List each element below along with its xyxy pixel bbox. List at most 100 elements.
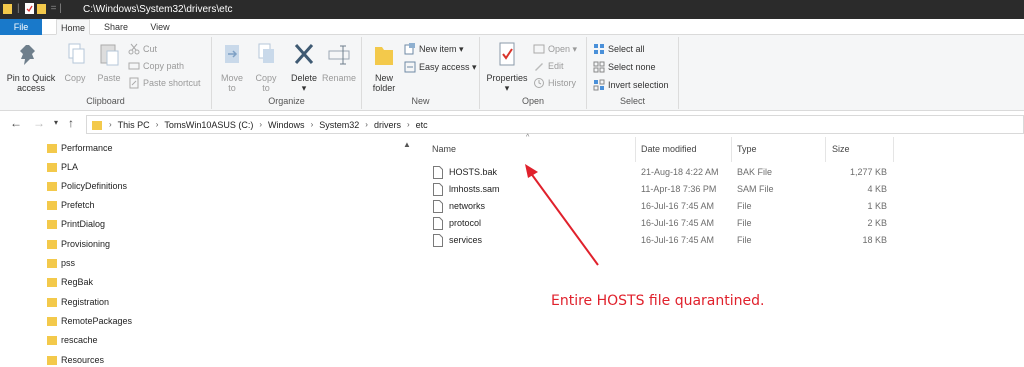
- nav-item-provisioning[interactable]: Provisioning: [46, 235, 110, 253]
- invert-selection-button[interactable]: Invert selection: [593, 77, 669, 93]
- recent-locations-chevron-icon[interactable]: ▾: [54, 118, 58, 127]
- nav-item-rescache[interactable]: rescache: [46, 331, 98, 349]
- nav-item-printdialog[interactable]: PrintDialog: [46, 215, 105, 233]
- file-name: lmhosts.sam: [449, 184, 500, 194]
- select-none-label: Select none: [608, 62, 656, 72]
- nav-item-prefetch[interactable]: Prefetch: [46, 196, 95, 214]
- select-all-button[interactable]: Select all: [593, 41, 645, 57]
- nav-item-pla[interactable]: PLA: [46, 158, 78, 176]
- copy-path-button[interactable]: Copy path: [128, 58, 184, 74]
- select-all-label: Select all: [608, 44, 645, 54]
- history-label: History: [548, 78, 577, 88]
- breadcrumb-drivers[interactable]: drivers: [374, 120, 401, 130]
- easy-access-button[interactable]: Easy access ▾: [404, 59, 477, 75]
- new-folder-icon[interactable]: [36, 3, 46, 14]
- nav-item-pss[interactable]: pss: [46, 254, 75, 272]
- file-type: BAK File: [737, 167, 773, 177]
- nav-item-remotepackages[interactable]: RemotePackages: [46, 312, 132, 330]
- folder-icon: [47, 336, 57, 345]
- move-to-button[interactable]: Move to: [216, 41, 248, 93]
- ribbon-tabs: File Home Share View: [0, 19, 1024, 35]
- properties-button[interactable]: Properties ▾: [484, 41, 530, 93]
- rename-button[interactable]: Rename: [322, 41, 356, 83]
- column-header-type[interactable]: Type: [737, 144, 757, 154]
- breadcrumb-drive[interactable]: TomsWin10ASUS (C:): [164, 120, 253, 130]
- folder-icon: [92, 120, 102, 130]
- nav-item-policydefinitions[interactable]: PolicyDefinitions: [46, 177, 127, 195]
- paste-shortcut-button[interactable]: Paste shortcut: [128, 75, 201, 91]
- column-divider[interactable]: [731, 137, 732, 162]
- back-arrow-icon[interactable]: ←: [10, 116, 22, 130]
- address-input[interactable]: › This PC › TomsWin10ASUS (C:) › Windows…: [86, 115, 1024, 134]
- breadcrumb-chevron-icon[interactable]: ›: [259, 120, 262, 129]
- copy-to-button[interactable]: Copy to: [250, 41, 282, 93]
- nav-item-regbak[interactable]: RegBak: [46, 273, 93, 291]
- nav-item-label: Provisioning: [61, 239, 111, 249]
- paste-button[interactable]: Paste: [93, 41, 125, 83]
- pin-label-1: Pin to Quick: [6, 73, 56, 83]
- copy-button[interactable]: Copy: [60, 41, 90, 83]
- file-size: 4 KB: [867, 184, 887, 194]
- pin-label-2: access: [16, 83, 45, 93]
- column-divider[interactable]: [893, 137, 894, 162]
- customize-toolbar-icon[interactable]: = |: [51, 3, 62, 14]
- up-arrow-icon[interactable]: ↑: [68, 116, 74, 130]
- new-item-label: New item: [419, 44, 457, 54]
- organize-group-label: Organize: [268, 96, 305, 106]
- address-bar: ← → ▾ ↑ › This PC › TomsWin10ASUS (C:) ›…: [0, 112, 1024, 136]
- select-all-icon: [594, 43, 604, 54]
- nav-item-label: Registration: [61, 297, 110, 307]
- column-divider[interactable]: [825, 137, 826, 162]
- column-header-date-modified[interactable]: Date modified: [641, 144, 697, 154]
- select-none-button[interactable]: Select none: [593, 59, 656, 75]
- clipboard-group: Pin to Quick access Copy Paste Cut Copy …: [0, 37, 212, 109]
- nav-item-label: rescache: [61, 335, 98, 345]
- new-folder-button[interactable]: New folder: [368, 41, 400, 93]
- tab-share[interactable]: Share: [102, 19, 130, 35]
- column-header-name[interactable]: Name: [432, 144, 456, 154]
- move-to-label-1: Move: [220, 73, 243, 83]
- delete-dropdown-icon[interactable]: ▾: [288, 83, 320, 93]
- breadcrumb-chevron-icon[interactable]: ›: [407, 120, 410, 129]
- nav-item-label: Resources: [61, 355, 105, 365]
- nav-item-label: Prefetch: [61, 200, 95, 210]
- edit-button[interactable]: Edit: [533, 58, 564, 74]
- nav-item-performance[interactable]: Performance: [46, 139, 113, 157]
- breadcrumb-this-pc[interactable]: This PC: [118, 120, 150, 130]
- nav-item-registration[interactable]: Registration: [46, 293, 109, 311]
- scroll-up-arrow-icon[interactable]: ▲: [403, 140, 411, 149]
- nav-item-resources[interactable]: Resources: [46, 351, 104, 367]
- breadcrumb-chevron-icon[interactable]: ›: [109, 120, 112, 129]
- select-group: Select all Select none Invert selection …: [587, 37, 679, 109]
- nav-pane-scrollbar[interactable]: [403, 137, 415, 367]
- folder-icon: [47, 356, 57, 365]
- properties-dropdown-icon[interactable]: ▾: [484, 83, 530, 93]
- edit-icon: [535, 62, 543, 71]
- breadcrumb-etc[interactable]: etc: [416, 120, 428, 130]
- tab-view[interactable]: View: [146, 19, 174, 35]
- breadcrumb-chevron-icon[interactable]: ›: [156, 120, 159, 129]
- column-divider[interactable]: [635, 137, 636, 162]
- window-title: C:\Windows\System32\drivers\etc: [83, 4, 233, 15]
- tab-home[interactable]: Home: [56, 19, 90, 35]
- breadcrumb-chevron-icon[interactable]: ›: [311, 120, 314, 129]
- breadcrumb-chevron-icon[interactable]: ›: [365, 120, 368, 129]
- nav-item-label: pss: [61, 258, 76, 268]
- new-item-button[interactable]: New item ▾: [404, 41, 464, 57]
- properties-icon[interactable]: [24, 3, 34, 14]
- forward-arrow-icon[interactable]: →: [33, 116, 45, 130]
- pin-to-quick-access-button[interactable]: Pin to Quick access: [4, 41, 58, 93]
- cut-button[interactable]: Cut: [128, 41, 157, 57]
- tab-file[interactable]: File: [0, 19, 42, 35]
- delete-button[interactable]: Delete ▾: [288, 41, 320, 93]
- history-button[interactable]: History: [533, 75, 576, 91]
- column-header-size[interactable]: Size: [832, 144, 850, 154]
- breadcrumb-system32[interactable]: System32: [319, 120, 359, 130]
- scissors-icon: [128, 43, 140, 55]
- paste-label: Paste: [97, 73, 121, 83]
- select-group-label: Select: [619, 96, 645, 106]
- file-size: 18 KB: [862, 235, 887, 245]
- open-group: Properties ▾ Open ▾ Edit History Open: [480, 37, 587, 109]
- open-button[interactable]: Open ▾: [533, 41, 577, 57]
- breadcrumb-windows[interactable]: Windows: [268, 120, 305, 130]
